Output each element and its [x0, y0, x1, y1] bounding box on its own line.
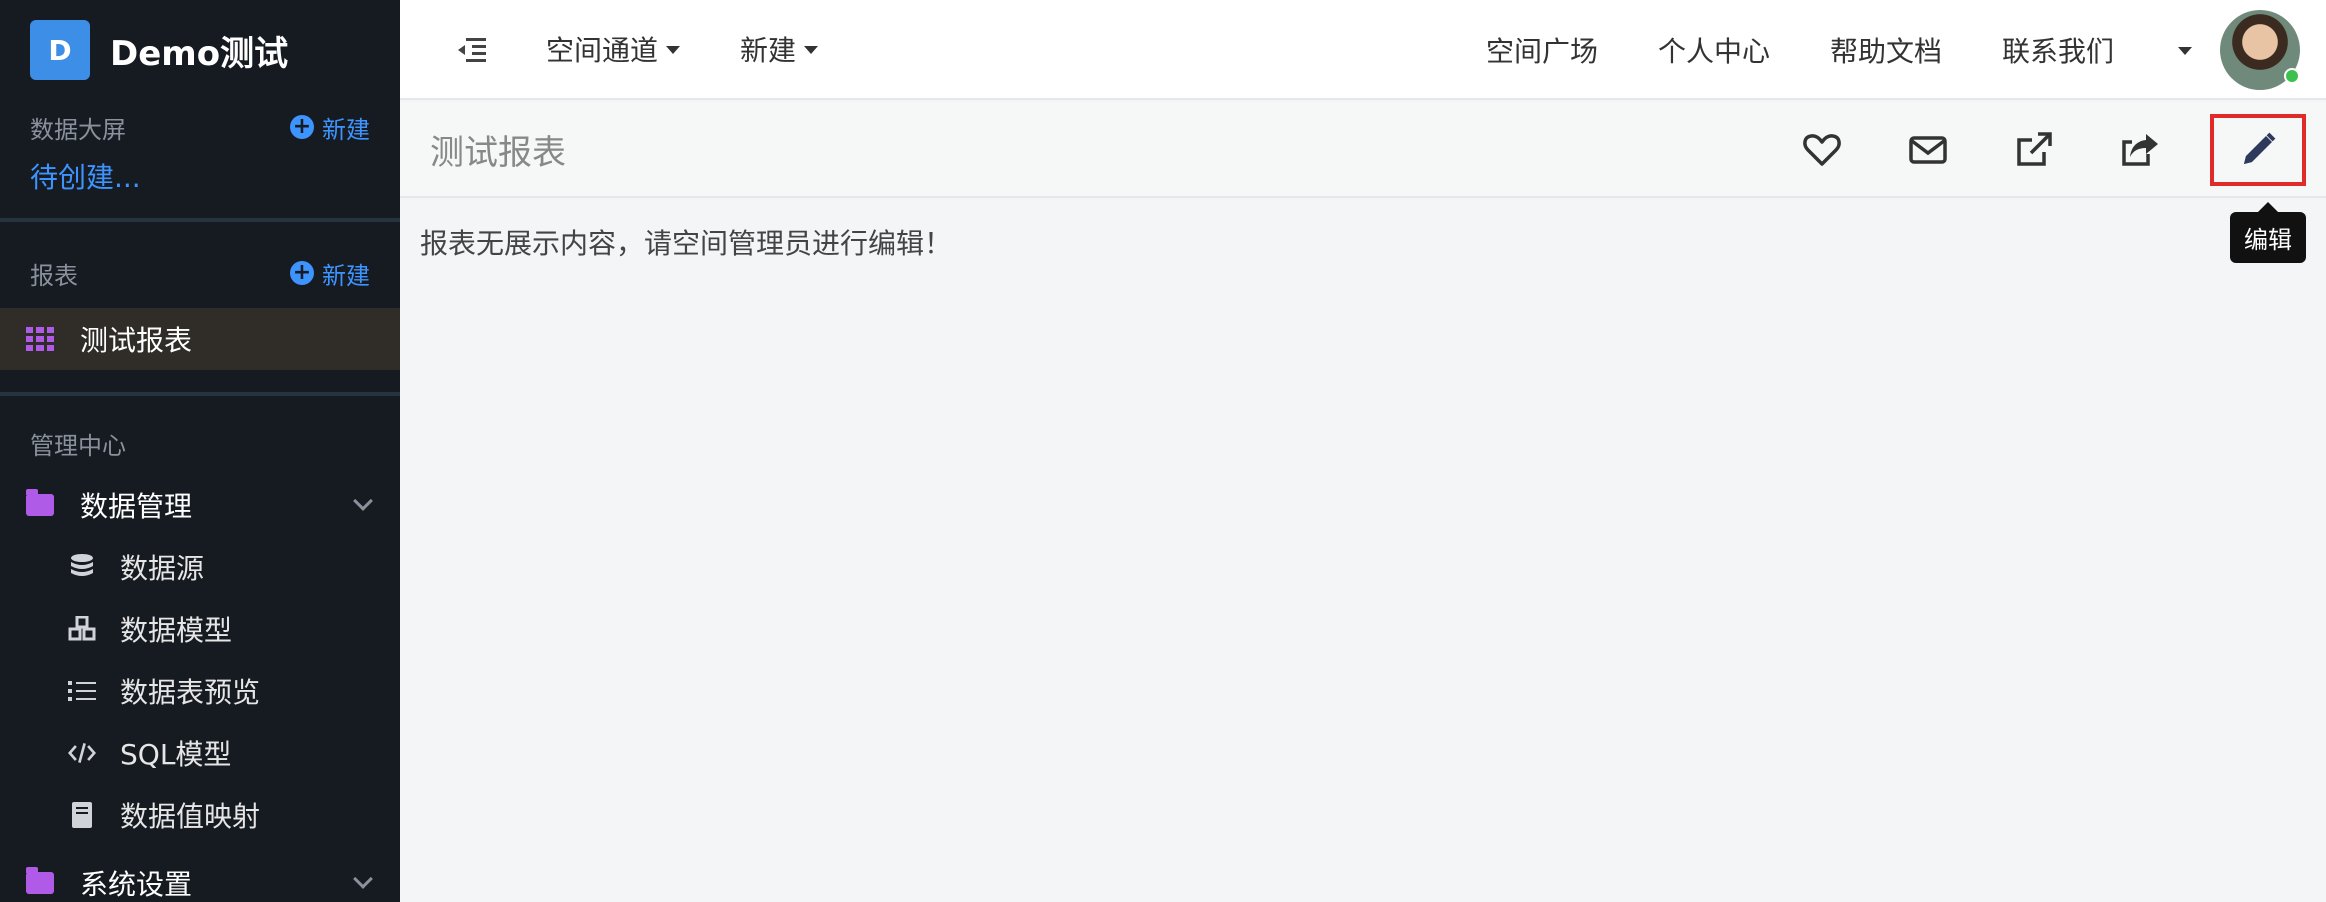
empty-report-message: 报表无展示内容，请空间管理员进行编辑！	[420, 227, 953, 260]
sidebar-item-label: SQL模型	[120, 738, 232, 771]
sidebar-item-label: 数据模型	[120, 614, 233, 647]
dashboard-pending-link[interactable]: 待创建...	[0, 150, 400, 206]
code-icon	[68, 739, 96, 767]
external-link-icon	[2017, 132, 2052, 166]
space-channel-label: 空间通道	[546, 34, 659, 67]
sidebar-toggle-icon[interactable]	[458, 36, 486, 62]
caret-down-icon	[804, 46, 819, 54]
heart-icon	[1803, 134, 1841, 166]
sidebar-item-label: 数据值映射	[120, 800, 261, 833]
sidebar-item-value-mapping[interactable]: 数据值映射	[0, 784, 400, 846]
divider	[0, 218, 400, 222]
plus-circle-icon: +	[290, 261, 314, 285]
folder-icon	[26, 489, 54, 516]
top-nav-right: 空间广场 个人中心 帮助文档 联系我们	[1486, 0, 2326, 100]
user-avatar[interactable]	[2220, 10, 2300, 90]
section-title-dashboard: 数据大屏	[30, 115, 126, 144]
space-channel-dropdown[interactable]: 空间通道	[546, 29, 681, 69]
new-dashboard-label: 新建	[322, 115, 370, 144]
mail-icon	[1909, 136, 1947, 164]
brand[interactable]: D Demo测试	[0, 0, 400, 100]
database-icon	[68, 553, 96, 581]
brand-logo: D	[30, 20, 90, 80]
sidebar-group-label: 数据管理	[80, 490, 193, 523]
sidebar-item-label: 数据源	[120, 552, 205, 585]
sidebar: D Demo测试 数据大屏 + 新建 待创建... 报表 + 新建 测试报表 管…	[0, 0, 400, 902]
grid-icon	[26, 327, 54, 351]
online-status-dot	[2284, 68, 2300, 84]
new-dropdown-label: 新建	[740, 34, 797, 67]
new-dashboard-button[interactable]: + 新建	[290, 110, 370, 145]
nav-link-personal-center[interactable]: 个人中心	[1658, 30, 1770, 70]
section-title-admin: 管理中心	[30, 431, 126, 460]
nav-link-contact-us[interactable]: 联系我们	[2002, 30, 2114, 70]
section-dashboard: 数据大屏 + 新建	[0, 104, 400, 150]
cubes-icon	[68, 615, 96, 643]
sidebar-group-system-settings[interactable]: 系统设置	[0, 852, 400, 902]
sidebar-group-data-management[interactable]: 数据管理	[0, 474, 400, 536]
email-button[interactable]	[1892, 114, 1964, 186]
sidebar-item-test-report[interactable]: 测试报表	[0, 308, 400, 370]
divider	[0, 392, 400, 396]
new-report-button[interactable]: + 新建	[290, 256, 370, 291]
sidebar-item-sql-model[interactable]: SQL模型	[0, 722, 400, 784]
sidebar-item-table-preview[interactable]: 数据表预览	[0, 660, 400, 722]
chevron-down-icon	[353, 869, 373, 889]
section-admin: 管理中心	[0, 420, 400, 466]
list-icon	[68, 677, 96, 705]
caret-down-icon	[666, 46, 681, 54]
sidebar-item-datasource[interactable]: 数据源	[0, 536, 400, 598]
report-header: 测试报表	[400, 102, 2326, 198]
report-actions	[1786, 102, 2326, 198]
sidebar-item-label: 数据表预览	[120, 676, 261, 709]
sidebar-item-data-model[interactable]: 数据模型	[0, 598, 400, 660]
favorite-button[interactable]	[1786, 114, 1858, 186]
book-icon	[68, 801, 96, 829]
pencil-icon	[2244, 132, 2276, 164]
top-navbar: 空间通道 新建 空间广场 个人中心 帮助文档 联系我们	[400, 0, 2326, 100]
new-dropdown[interactable]: 新建	[740, 29, 819, 69]
section-title-reports: 报表	[30, 261, 78, 290]
folder-icon	[26, 867, 54, 894]
new-report-label: 新建	[322, 261, 370, 290]
sidebar-group-label: 系统设置	[80, 868, 193, 901]
caret-down-icon[interactable]	[2178, 47, 2192, 55]
edit-button[interactable]	[2210, 114, 2306, 186]
page-title: 测试报表	[430, 132, 566, 173]
brand-name: Demo测试	[110, 33, 289, 74]
edit-tooltip: 编辑	[2230, 202, 2306, 263]
share-icon	[2122, 134, 2158, 166]
open-external-button[interactable]	[1998, 114, 2070, 186]
top-nav-left: 空间通道 新建	[486, 29, 819, 69]
nav-link-help-docs[interactable]: 帮助文档	[1830, 30, 1942, 70]
chevron-down-icon	[353, 491, 373, 511]
nav-link-space-plaza[interactable]: 空间广场	[1486, 30, 1598, 70]
share-button[interactable]	[2104, 114, 2176, 186]
plus-circle-icon: +	[290, 115, 314, 139]
sidebar-item-label: 测试报表	[80, 324, 193, 357]
section-reports: 报表 + 新建	[0, 250, 400, 296]
